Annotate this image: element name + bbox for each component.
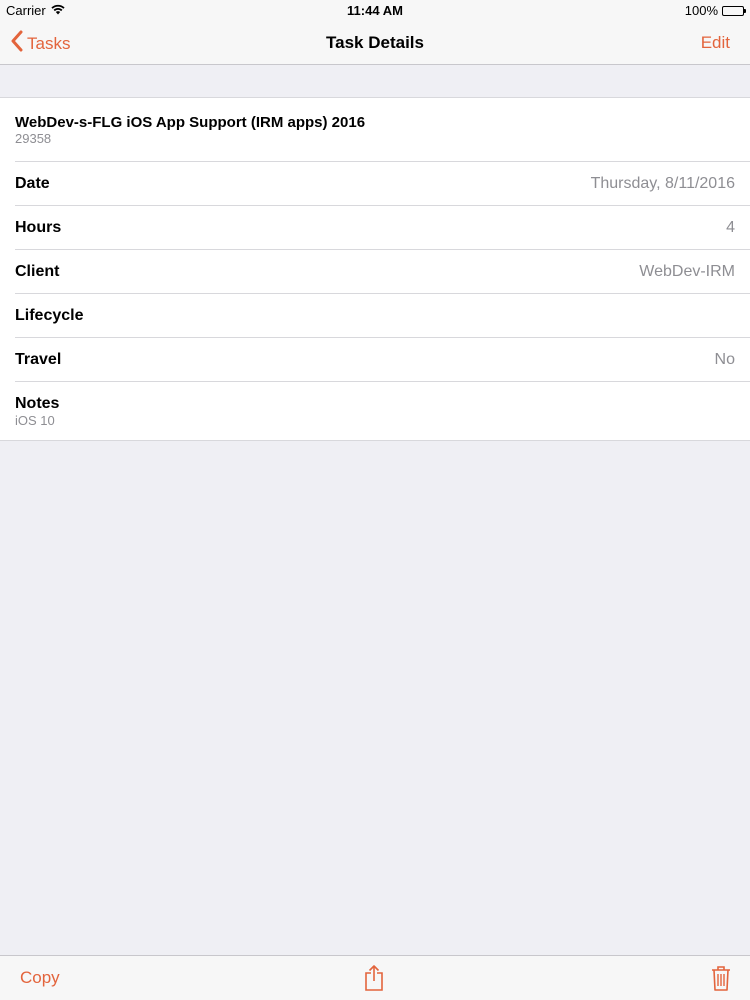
notes-label: Notes	[15, 395, 60, 412]
delete-button[interactable]	[710, 964, 732, 997]
status-time: 11:44 AM	[347, 3, 403, 18]
battery-group: 100%	[684, 3, 746, 18]
battery-percent: 100%	[684, 3, 718, 18]
task-header: WebDev-s-FLG iOS App Support (IRM apps) …	[0, 98, 750, 161]
date-value: Thursday, 8/11/2016	[590, 174, 735, 192]
share-button[interactable]	[363, 964, 385, 997]
detail-row-client[interactable]: Client WebDev-IRM	[0, 250, 750, 293]
task-title: WebDev-s-FLG iOS App Support (IRM apps) …	[15, 114, 366, 131]
notes-value: iOS 10	[15, 413, 55, 428]
status-bar: Carrier 11:44 AM 100%	[0, 0, 750, 22]
copy-button[interactable]: Copy	[20, 968, 60, 988]
detail-row-notes[interactable]: Notes iOS 10	[0, 382, 750, 440]
travel-value: No	[714, 350, 735, 368]
client-label: Client	[15, 262, 60, 280]
detail-row-travel[interactable]: Travel No	[0, 338, 750, 381]
travel-label: Travel	[15, 350, 62, 368]
battery-icon	[722, 5, 746, 16]
share-icon	[363, 965, 385, 996]
detail-row-hours[interactable]: Hours 4	[0, 206, 750, 249]
detail-row-date[interactable]: Date Thursday, 8/11/2016	[0, 162, 750, 205]
hours-value: 4	[726, 218, 735, 236]
lifecycle-label: Lifecycle	[15, 306, 84, 324]
detail-row-lifecycle[interactable]: Lifecycle	[0, 294, 750, 337]
page-title: Task Details	[326, 33, 424, 52]
bottom-toolbar: Copy	[0, 955, 750, 1000]
date-label: Date	[15, 174, 50, 192]
navigation-bar: Tasks Task Details Edit	[0, 22, 750, 65]
hours-label: Hours	[15, 218, 62, 236]
task-details-card: WebDev-s-FLG iOS App Support (IRM apps) …	[0, 97, 750, 441]
screen: Carrier 11:44 AM 100% Tasks Task Details…	[0, 0, 750, 1000]
task-id: 29358	[15, 131, 52, 146]
edit-button[interactable]: Edit	[701, 33, 730, 53]
trash-icon	[710, 966, 732, 996]
client-value: WebDev-IRM	[639, 262, 735, 280]
